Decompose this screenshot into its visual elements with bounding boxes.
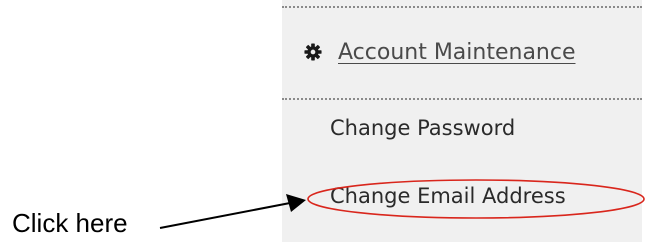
change-password-link[interactable]: Change Password xyxy=(330,116,515,140)
gear-icon xyxy=(304,43,322,61)
section-divider xyxy=(282,98,642,100)
change-email-address-link[interactable]: Change Email Address xyxy=(330,184,566,208)
top-divider xyxy=(282,6,642,8)
section-header-label: Account Maintenance xyxy=(338,39,576,65)
click-here-callout: Click here xyxy=(12,208,128,238)
account-maintenance-header[interactable]: Account Maintenance xyxy=(304,32,576,72)
account-menu-panel: Account Maintenance Change Password Chan… xyxy=(282,0,642,242)
